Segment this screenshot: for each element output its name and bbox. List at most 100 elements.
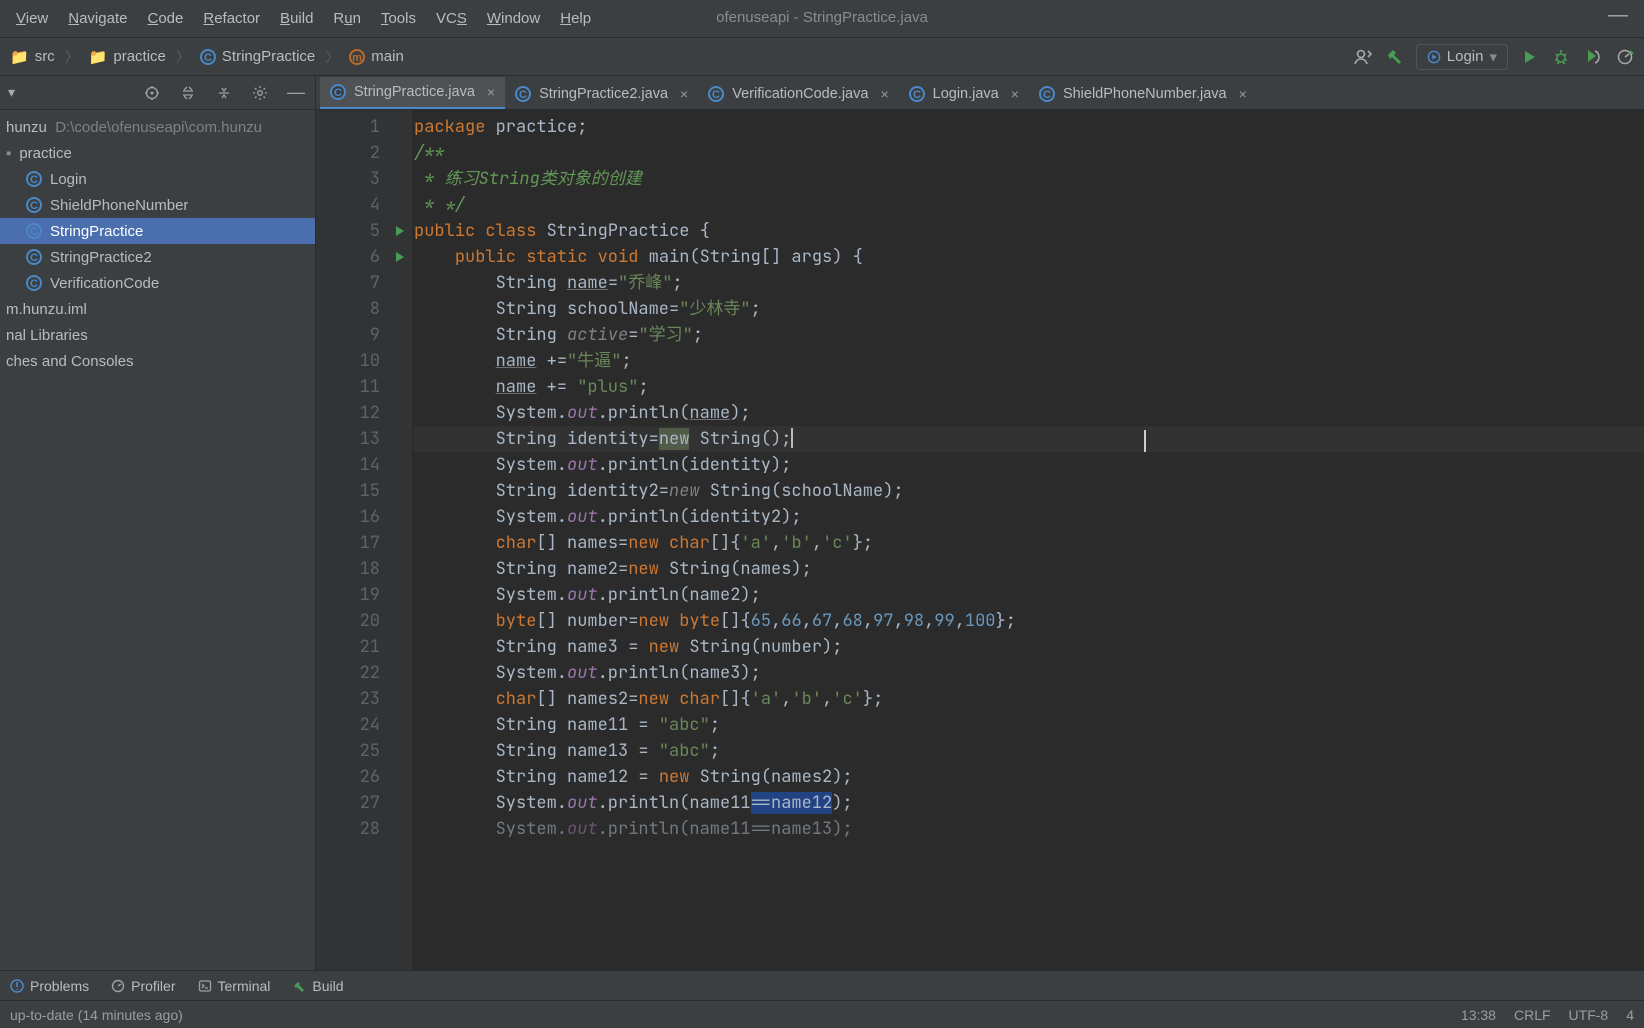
svg-text:C: C [30,252,38,264]
code-line[interactable]: * 练习String类对象的创建 [414,166,1644,192]
class-icon: C [26,249,42,265]
tree-item[interactable]: nal Libraries [0,322,315,348]
close-icon[interactable]: × [1239,86,1247,102]
code-line[interactable]: String identity2=new String(schoolName); [414,478,1644,504]
code-line[interactable]: String name11 = "abc"; [414,712,1644,738]
code-line[interactable]: String schoolName="少林寺"; [414,296,1644,322]
tool-profiler[interactable]: Profiler [111,978,175,994]
tool-problems[interactable]: Problems [10,978,89,994]
code-line[interactable]: public class StringPractice { [414,218,1644,244]
code-line[interactable]: package practice; [414,114,1644,140]
code-line[interactable]: String name3 = new String(number); [414,634,1644,660]
breadcrumb-item[interactable]: mmain [345,46,408,67]
hide-icon[interactable]: — [285,82,307,104]
code-line[interactable]: String name12 = new String(names2); [414,764,1644,790]
close-icon[interactable]: × [680,86,688,102]
code-line[interactable]: System.out.println(name2); [414,582,1644,608]
tree-item-practice[interactable]: ▪practice [0,140,315,166]
code-line[interactable]: char[] names=new char[]{'a','b','c'}; [414,530,1644,556]
window-minimize-button[interactable]: — [1606,10,1630,20]
code-line[interactable]: System.out.println(identity); [414,452,1644,478]
build-hammer-icon[interactable] [1384,46,1406,68]
code-line[interactable]: public static void main(String[] args) { [414,244,1644,270]
tool-build[interactable]: Build [292,978,343,994]
profile-icon[interactable] [1614,46,1636,68]
code-line[interactable]: name += "plus"; [414,374,1644,400]
menu-window[interactable]: Window [477,6,550,31]
expand-all-icon[interactable] [177,82,199,104]
code-line[interactable]: System.out.println(name); [414,400,1644,426]
editor-tab[interactable]: CShieldPhoneNumber.java× [1029,79,1257,109]
menu-refactor[interactable]: Refactor [193,6,270,31]
window-title: ofenuseapi - StringPractice.java [716,9,928,26]
menu-code[interactable]: Code [137,6,193,31]
editor-tab[interactable]: CStringPractice2.java× [505,79,698,109]
debug-icon[interactable] [1550,46,1572,68]
code-line[interactable]: String active="学习"; [414,322,1644,348]
close-icon[interactable]: × [487,84,495,100]
tree-item-stringpractice[interactable]: CStringPractice [0,218,315,244]
status-caret[interactable]: 13:38 [1461,1007,1496,1023]
editor-tabs: CStringPractice.java×CStringPractice2.ja… [316,76,1644,110]
status-encoding[interactable]: UTF-8 [1569,1007,1609,1023]
run-config-selector[interactable]: Login ▾ [1416,44,1508,70]
breadcrumb[interactable]: 📁src〉📁practice〉CStringPractice〉mmain [6,46,408,68]
code-line[interactable]: /** [414,140,1644,166]
close-icon[interactable]: × [880,86,888,102]
svg-text:C: C [30,200,38,212]
run-gutter[interactable] [388,110,412,970]
code-line[interactable]: byte[] number=new byte[]{65,66,67,68,97,… [414,608,1644,634]
collapse-all-icon[interactable] [213,82,235,104]
svg-text:C: C [519,89,527,101]
code-line[interactable]: name +="牛逼"; [414,348,1644,374]
svg-text:C: C [204,52,212,64]
svg-text:m: m [352,52,362,64]
menu-build[interactable]: Build [270,6,323,31]
menu-view[interactable]: View [6,6,58,31]
editor-tab[interactable]: CStringPractice.java× [320,77,505,109]
code-line[interactable]: System.out.println(name11==name13); [414,816,1644,842]
code-line[interactable]: System.out.println(identity2); [414,504,1644,530]
menu-navigate[interactable]: Navigate [58,6,137,31]
tree-item-verificationcode[interactable]: CVerificationCode [0,270,315,296]
gear-icon[interactable] [249,82,271,104]
breadcrumb-item[interactable]: 📁practice [85,46,170,68]
project-root[interactable]: hunzu D:\code\ofenuseapi\com.hunzu [0,114,315,140]
code-line[interactable]: * */ [414,192,1644,218]
menu-help[interactable]: Help [550,6,601,31]
status-indent[interactable]: 4 [1626,1007,1634,1023]
account-icon[interactable] [1352,46,1374,68]
svg-text:C: C [712,89,720,101]
editor-tab[interactable]: CVerificationCode.java× [698,79,898,109]
tree-item[interactable]: ches and Consoles [0,348,315,374]
code-line[interactable]: System.out.println(name11==name12); [414,790,1644,816]
menu-run[interactable]: Run [323,6,371,31]
svg-text:C: C [1043,89,1051,101]
tree-item-stringpractice2[interactable]: CStringPractice2 [0,244,315,270]
tree-item-shieldphonenumber[interactable]: CShieldPhoneNumber [0,192,315,218]
status-line-separator[interactable]: CRLF [1514,1007,1551,1023]
code-line[interactable]: System.out.println(name3); [414,660,1644,686]
breadcrumb-separator: 〉 [65,47,79,67]
breadcrumb-item[interactable]: 📁src [6,46,59,68]
chevron-down-icon[interactable]: ▾ [8,84,15,101]
tree-item-login[interactable]: CLogin [0,166,315,192]
run-coverage-icon[interactable] [1582,46,1604,68]
code-line[interactable]: char[] names2=new char[]{'a','b','c'}; [414,686,1644,712]
code-line[interactable]: String name2=new String(names); [414,556,1644,582]
code-editor[interactable]: 1234567891011121314151617181920212223242… [316,110,1644,970]
editor-tab[interactable]: CLogin.java× [899,79,1029,109]
select-opened-file-icon[interactable] [141,82,163,104]
breadcrumb-item[interactable]: CStringPractice [196,46,319,67]
tool-terminal[interactable]: Terminal [198,978,271,994]
code-line[interactable]: String identity=new String(); [414,426,1644,452]
code-line[interactable]: String name13 = "abc"; [414,738,1644,764]
project-sidebar: ▾ — hunzu D:\code\ofenuseapi\com.hunzu ▪… [0,76,316,970]
code-line[interactable]: String name="乔峰"; [414,270,1644,296]
menu-tools[interactable]: Tools [371,6,426,31]
menu-vcs[interactable]: VCS [426,6,477,31]
run-icon[interactable] [1518,46,1540,68]
tree-item[interactable]: m.hunzu.iml [0,296,315,322]
close-icon[interactable]: × [1011,86,1019,102]
line-gutter[interactable]: 1234567891011121314151617181920212223242… [316,110,388,970]
